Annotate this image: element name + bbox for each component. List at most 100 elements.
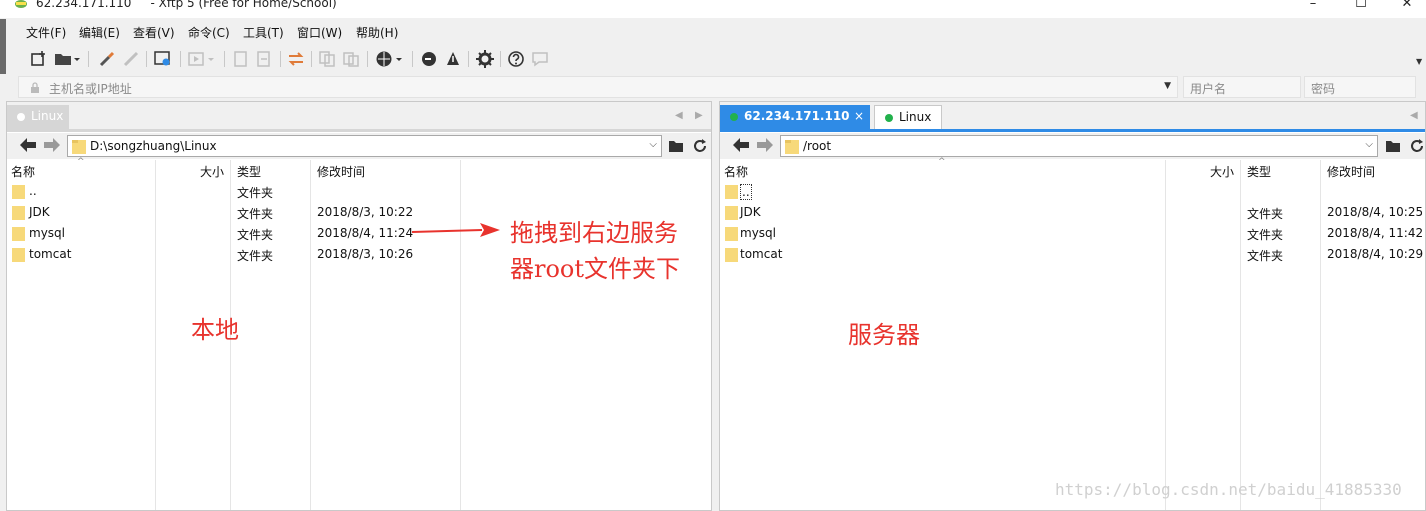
disconnect-icon[interactable] xyxy=(122,50,140,68)
close-button[interactable]: ✕ xyxy=(1384,0,1426,14)
xftp-icon[interactable] xyxy=(444,50,462,68)
tab-local-linux[interactable]: Linux xyxy=(7,105,69,129)
menu-tools[interactable]: 工具(T) xyxy=(243,24,284,41)
table-row[interactable]: tomcat 文件夹 2018/8/4, 10:29 xyxy=(720,244,1425,265)
copy-icon[interactable] xyxy=(318,50,336,68)
back-arrow-icon[interactable] xyxy=(732,137,750,153)
column-modified[interactable]: 修改时间 xyxy=(317,163,365,180)
tab-remote-session[interactable]: 62.234.171.110 × xyxy=(720,105,870,129)
address-bar: 主机名或IP地址 ▼ 用户名 密码 xyxy=(0,74,1426,100)
remote-path-text: /root xyxy=(803,139,832,153)
tab-label: 62.234.171.110 xyxy=(744,109,850,123)
file-name: mysql xyxy=(29,226,65,240)
transfer-icon[interactable] xyxy=(188,50,216,68)
folder-icon xyxy=(12,206,25,220)
remote-path-bar: /root ⌵ xyxy=(720,133,1425,159)
session-properties-icon[interactable] xyxy=(154,50,172,68)
table-row[interactable]: .. xyxy=(720,181,1425,202)
toolbar-overflow-icon[interactable]: ▼ xyxy=(1416,57,1422,66)
tab-scroll-right-icon[interactable]: ▶ xyxy=(695,110,703,121)
refresh-icon[interactable] xyxy=(692,138,708,154)
forward-arrow-icon[interactable] xyxy=(756,137,774,153)
forward-arrow-icon[interactable] xyxy=(43,137,61,153)
tab-scroll-left-icon[interactable]: ◀ xyxy=(675,110,683,121)
host-input[interactable]: 主机名或IP地址 ▼ xyxy=(18,76,1178,98)
table-row[interactable]: .. 文件夹 xyxy=(7,181,711,202)
gear-icon[interactable] xyxy=(476,50,494,68)
username-input[interactable]: 用户名 xyxy=(1183,76,1301,98)
tab-scroll-left-icon[interactable]: ◀ xyxy=(1410,110,1418,121)
menu-edit[interactable]: 编辑(E) xyxy=(79,24,120,41)
file-name: mysql xyxy=(740,226,776,240)
paste-icon[interactable] xyxy=(342,50,360,68)
local-pane: Linux ◀ ▶ D:\songzhuang\Linux ⌵ 名称 ^ 大小 … xyxy=(6,101,712,511)
local-annotation: 本地 xyxy=(191,316,239,344)
menu-window[interactable]: 窗口(W) xyxy=(297,24,342,41)
column-name[interactable]: 名称 xyxy=(11,163,35,180)
file-type: 文件夹 xyxy=(237,249,274,263)
column-size[interactable]: 大小 xyxy=(1210,163,1234,180)
paste-file-icon[interactable] xyxy=(255,50,273,68)
xftp-window: 62.234.171.110 - Xftp 5 (Free for Home/S… xyxy=(0,0,1426,511)
menu-help[interactable]: 帮助(H) xyxy=(356,24,398,41)
column-modified[interactable]: 修改时间 xyxy=(1327,163,1375,180)
back-arrow-icon[interactable] xyxy=(19,137,37,153)
column-type[interactable]: 类型 xyxy=(237,163,261,180)
maximize-button[interactable]: ☐ xyxy=(1338,0,1384,14)
file-name: .. xyxy=(29,184,37,198)
sort-caret-icon: ^ xyxy=(938,157,946,167)
tab-label: Linux xyxy=(899,110,932,124)
password-input[interactable]: 密码 xyxy=(1304,76,1416,98)
remote-pane: 62.234.171.110 × Linux ◀ /root ⌵ 名称 ^ 大小… xyxy=(719,101,1426,511)
chevron-down-icon[interactable]: ⌵ xyxy=(649,139,657,150)
file-modified: 2018/8/3, 10:26 xyxy=(317,247,414,261)
minimize-button[interactable]: – xyxy=(1290,0,1336,14)
local-path-input[interactable]: D:\songzhuang\Linux ⌵ xyxy=(67,135,662,157)
local-path-text: D:\songzhuang\Linux xyxy=(90,139,217,153)
folder-icon xyxy=(12,248,25,262)
chevron-down-icon[interactable]: ⌵ xyxy=(1365,139,1373,150)
local-column-header: 名称 ^ 大小 类型 修改时间 xyxy=(7,157,711,180)
tab-close-icon[interactable]: × xyxy=(854,105,864,127)
red-arrow-annotation xyxy=(412,223,500,237)
password-placeholder: 密码 xyxy=(1311,82,1336,96)
table-row[interactable]: JDK 文件夹 2018/8/4, 10:25 xyxy=(720,202,1425,223)
xshell-icon[interactable] xyxy=(420,50,438,68)
menu-view[interactable]: 查看(V) xyxy=(133,24,175,41)
file-type: 文件夹 xyxy=(237,186,274,200)
xftp-app-icon xyxy=(15,0,27,8)
open-folder-icon[interactable] xyxy=(54,50,80,68)
comment-icon[interactable] xyxy=(531,50,549,68)
menu-file[interactable]: 文件(F) xyxy=(26,24,66,41)
file-type: 文件夹 xyxy=(1247,249,1284,263)
column-type[interactable]: 类型 xyxy=(1247,163,1271,180)
sort-caret-icon: ^ xyxy=(77,157,85,167)
new-folder-icon[interactable] xyxy=(1385,138,1401,154)
folder-icon xyxy=(72,140,86,154)
host-dropdown-icon[interactable]: ▼ xyxy=(1164,81,1171,91)
sync-icon[interactable] xyxy=(287,50,305,68)
new-folder-icon[interactable] xyxy=(668,138,684,154)
folder-icon xyxy=(725,227,738,241)
refresh-icon[interactable] xyxy=(1409,138,1425,154)
column-size[interactable]: 大小 xyxy=(200,163,224,180)
remote-path-input[interactable]: /root ⌵ xyxy=(780,135,1378,157)
file-modified: 2018/8/3, 10:22 xyxy=(317,205,414,219)
menu-command[interactable]: 命令(C) xyxy=(188,24,230,41)
folder-icon xyxy=(12,227,25,241)
menu-bar: 文件(F) 编辑(E) 查看(V) 命令(C) 工具(T) 窗口(W) 帮助(H… xyxy=(0,19,1426,45)
copy-file-icon[interactable] xyxy=(232,50,250,68)
host-placeholder: 主机名或IP地址 xyxy=(49,82,132,96)
column-name[interactable]: 名称 xyxy=(724,163,748,180)
file-name: JDK xyxy=(29,205,50,219)
watermark: https://blog.csdn.net/baidu_41885330 xyxy=(1055,480,1402,499)
tab-remote-linux[interactable]: Linux xyxy=(874,105,942,129)
file-modified: 2018/8/4, 11:24 xyxy=(317,226,414,240)
help-icon[interactable] xyxy=(507,50,525,68)
new-session-icon[interactable] xyxy=(30,50,48,68)
connect-icon[interactable] xyxy=(98,50,116,68)
file-name: tomcat xyxy=(29,247,72,261)
globe-icon[interactable] xyxy=(375,50,405,68)
table-row[interactable]: mysql 文件夹 2018/8/4, 11:42 xyxy=(720,223,1425,244)
server-annotation: 服务器 xyxy=(848,321,920,349)
